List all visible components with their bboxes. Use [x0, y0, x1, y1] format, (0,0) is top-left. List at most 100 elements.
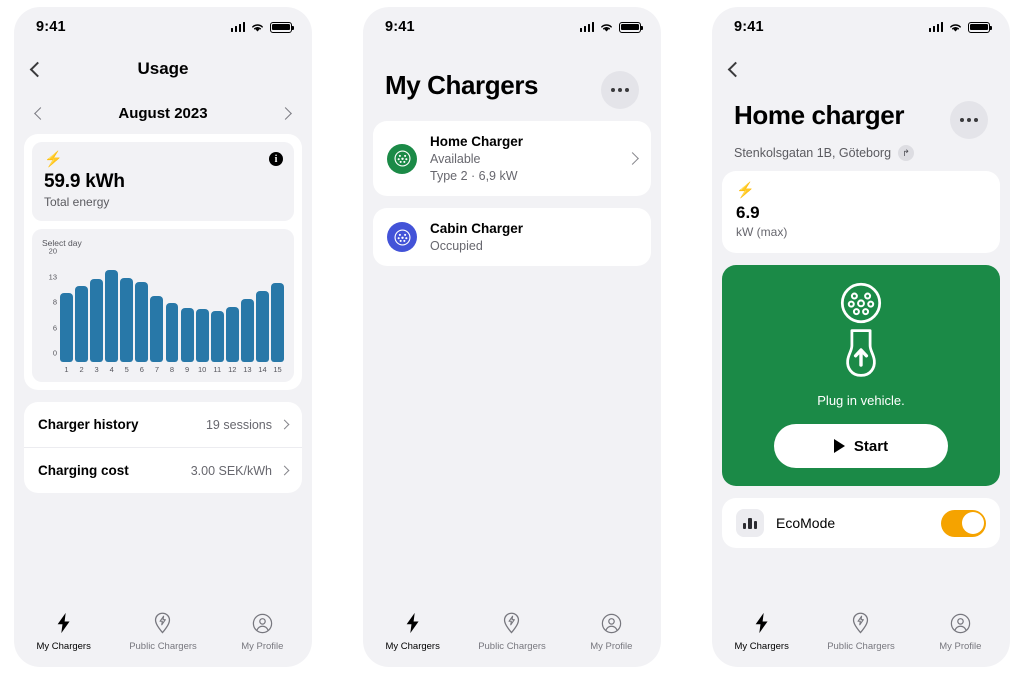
- row-charging-cost[interactable]: Charging cost 3.00 SEK/kWh: [24, 447, 302, 493]
- tab-public-chargers[interactable]: Public Chargers: [462, 612, 561, 652]
- chart-bar-13[interactable]: [240, 260, 254, 362]
- phone-usage-screen: 9:41 Usage August 2023 ⚡ i 59.9 kWh Tota…: [14, 7, 312, 667]
- tab-my-chargers[interactable]: My Chargers: [712, 612, 811, 652]
- status-time: 9:41: [36, 19, 66, 35]
- person-circle-icon: [950, 612, 971, 634]
- tab-my-chargers[interactable]: My Chargers: [363, 612, 462, 652]
- signal-icon: [230, 22, 245, 32]
- chart-y-tick: 20: [48, 246, 57, 256]
- total-energy-label: Total energy: [44, 195, 110, 209]
- tab-label: Public Chargers: [478, 641, 546, 652]
- bar: [256, 290, 269, 362]
- chart-bar-10[interactable]: [195, 260, 209, 362]
- eco-mode-toggle[interactable]: [941, 509, 986, 537]
- tab-my-profile[interactable]: My Profile: [562, 612, 661, 652]
- chart-y-axis: 20 13 8 6 0: [42, 247, 60, 362]
- plug-in-vehicle-panel: Plug in vehicle. Start: [722, 265, 1000, 486]
- tab-my-chargers[interactable]: My Chargers: [14, 612, 113, 652]
- charger-address-row: Stenkolsgatan 1B, Göteborg ↱: [712, 139, 1010, 161]
- next-month-button[interactable]: [279, 107, 292, 120]
- chart-bar-14[interactable]: [256, 260, 269, 362]
- type2-connector-icon: [387, 222, 417, 252]
- home-charger-navbar: [712, 47, 1010, 91]
- page-title: My Chargers: [385, 70, 539, 100]
- usage-content: ⚡ i 59.9 kWh Total energy Select day 20 1…: [14, 122, 312, 603]
- usage-navbar: Usage: [14, 47, 312, 91]
- row-label: Charging cost: [38, 463, 129, 478]
- charger-texts: Cabin Charger Occupied: [430, 221, 637, 253]
- bar: [210, 311, 224, 362]
- tab-my-profile[interactable]: My Profile: [911, 612, 1010, 652]
- status-icons: [230, 21, 295, 33]
- wifi-icon: [252, 23, 263, 32]
- map-pin-bolt-icon: [851, 612, 870, 634]
- bar: [105, 270, 119, 362]
- usage-links-card: Charger history 19 sessions Charging cos…: [24, 402, 302, 493]
- eco-mode-label: EcoMode: [776, 515, 836, 531]
- tab-public-chargers[interactable]: Public Chargers: [113, 612, 212, 652]
- chart-bar-2[interactable]: [75, 260, 88, 362]
- chart-bar-7[interactable]: [150, 260, 164, 362]
- tab-label: Public Chargers: [827, 641, 895, 652]
- status-bar: 9:41: [712, 7, 1010, 47]
- chart-y-tick: 8: [52, 297, 57, 307]
- bar: [195, 309, 209, 362]
- chart-bar-11[interactable]: [210, 260, 224, 362]
- chart-bar-15[interactable]: [271, 260, 284, 362]
- bolt-icon: [54, 612, 73, 634]
- status-time: 9:41: [734, 19, 764, 35]
- tab-public-chargers[interactable]: Public Chargers: [811, 612, 910, 652]
- list-item-home-charger[interactable]: Home Charger Available Type 2 · 6,9 kW: [373, 121, 651, 196]
- page-title: Usage: [137, 59, 189, 78]
- chart-bar-6[interactable]: [135, 260, 149, 362]
- chart-x-tick: 9: [184, 365, 190, 374]
- home-charger-header: Home charger: [712, 91, 1010, 139]
- chart-bar-1[interactable]: [60, 260, 73, 362]
- bolt-icon: ⚡: [44, 151, 63, 168]
- chart-bar-4[interactable]: [105, 260, 119, 362]
- list-item-cabin-charger[interactable]: Cabin Charger Occupied: [373, 208, 651, 266]
- row-charger-history[interactable]: Charger history 19 sessions: [24, 402, 302, 447]
- chevron-right-icon: [279, 465, 290, 476]
- charger-status: Occupied: [430, 239, 483, 253]
- map-pin-bolt-icon: [153, 612, 172, 634]
- tab-label: My Chargers: [385, 641, 440, 652]
- bolt-icon: ⚡: [736, 182, 755, 199]
- chart-bar-5[interactable]: [120, 260, 134, 362]
- bar: [225, 307, 239, 362]
- chart-y-tick: 6: [52, 323, 57, 332]
- chart-plot-area: 20 13 8 6 0: [42, 247, 284, 362]
- type2-socket-icon: [840, 282, 882, 324]
- bar: [75, 285, 88, 362]
- chart-y-tick: 13: [48, 272, 57, 281]
- tab-label: My Profile: [939, 641, 982, 652]
- status-icons: [928, 21, 993, 33]
- phone-my-chargers-screen: 9:41 My Chargers Home Charger Available …: [363, 7, 661, 667]
- start-button[interactable]: Start: [774, 424, 948, 468]
- person-circle-icon: [252, 612, 273, 634]
- chart-bar-8[interactable]: [165, 260, 179, 362]
- chart-bar-9[interactable]: [180, 260, 194, 362]
- battery-icon: [968, 21, 993, 33]
- info-icon[interactable]: i: [269, 152, 283, 166]
- ellipsis-icon[interactable]: [601, 71, 639, 109]
- prev-month-button[interactable]: [34, 107, 47, 120]
- chart-x-tick: 11: [213, 365, 222, 374]
- chart-bar-3[interactable]: [90, 260, 104, 362]
- page-title: Home charger: [734, 100, 905, 130]
- ellipsis-icon[interactable]: [950, 101, 988, 139]
- navigate-arrow-icon[interactable]: ↱: [898, 145, 915, 161]
- tab-my-profile[interactable]: My Profile: [213, 612, 312, 652]
- tab-label: My Chargers: [36, 641, 91, 652]
- charger-name: Home Charger: [430, 134, 524, 149]
- bar: [150, 295, 164, 362]
- chart-bar-12[interactable]: [225, 260, 239, 362]
- chart-hint-label: Select day: [42, 238, 82, 248]
- bar-chart-icon: [736, 509, 764, 537]
- chart-x-tick: 4: [109, 365, 114, 374]
- plug-caption: Plug in vehicle.: [817, 393, 905, 408]
- usage-summary-card: ⚡ i 59.9 kWh Total energy Select day 20 1…: [24, 134, 302, 390]
- back-button[interactable]: [727, 61, 744, 77]
- charger-texts: Home Charger Available Type 2 · 6,9 kW: [430, 134, 615, 183]
- tab-bar: My Chargers Public Chargers My Profile: [712, 603, 1010, 667]
